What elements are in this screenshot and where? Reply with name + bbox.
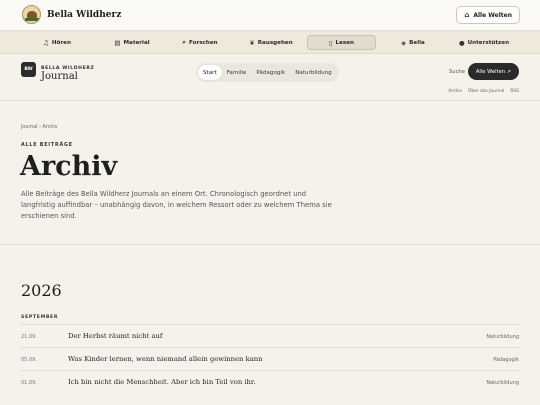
entry-date: 05.09. — [21, 357, 37, 363]
archive-year: 2026 — [21, 281, 62, 300]
top-bar: Bella Wildherz ⌂ Alle Welten — [0, 0, 540, 31]
archive-entry[interactable]: 05.09. Was Kinder lernen, wenn niemand a… — [21, 347, 519, 370]
apple-icon: ● — [458, 38, 465, 47]
nav-item-hoeren[interactable]: ♫ Hören — [24, 35, 90, 50]
about-journal-link[interactable]: Über das Journal — [468, 89, 504, 94]
journal-tabs: Start Familie Pädagogik Naturbildung — [196, 63, 339, 82]
brand-name: Bella Wildherz — [47, 9, 122, 20]
entry-category[interactable]: Pädagogik — [493, 357, 519, 363]
tab-start[interactable]: Start — [198, 65, 222, 80]
nav-item-forschen[interactable]: ⌕ Forschen — [166, 35, 234, 50]
nav-label: Lesen — [335, 39, 355, 46]
entry-category[interactable]: Naturbildung — [486, 334, 519, 340]
nav-item-unterstuetzen[interactable]: ● Unterstützen — [448, 35, 520, 50]
magnifier-icon: ⌕ — [182, 38, 187, 46]
book-icon: ▤ — [114, 38, 121, 47]
page-intro: Alle Beiträge des Bella Wildherz Journal… — [21, 190, 332, 220]
journal-title[interactable]: Journal — [41, 71, 78, 82]
page-title: Archiv — [20, 151, 118, 182]
leaf-icon: ❦ — [249, 38, 255, 47]
tab-paedagogik[interactable]: Pädagogik — [251, 65, 290, 80]
nav-label: Unterstützen — [467, 39, 510, 46]
archive-month: SEPTEMBER — [21, 315, 59, 320]
entry-title[interactable]: Der Herbst räumt nicht auf — [68, 332, 162, 340]
nav-item-rausgehen[interactable]: ❦ Rausgehen — [236, 35, 306, 50]
main-nav: ♫ Hören ▤ Material ⌕ Forschen ❦ Rausgehe… — [0, 31, 540, 54]
journal-sublinks: Archiv Über das Journal RSS — [442, 89, 519, 94]
brand-link[interactable]: Bella Wildherz — [22, 5, 121, 24]
nav-label: Forschen — [189, 39, 218, 46]
rss-link[interactable]: RSS — [510, 89, 519, 94]
entry-title[interactable]: Ich bin nicht die Menschheit. Aber ich b… — [68, 378, 256, 386]
all-worlds-dark-button[interactable]: Alle Welten ↗ — [468, 63, 519, 80]
archive-entry[interactable]: 01.09. Ich bin nicht die Menschheit. Abe… — [21, 370, 519, 393]
open-book-icon: ▯ — [328, 38, 333, 47]
all-worlds-label: Alle Welten — [473, 11, 512, 19]
nav-label: Hören — [51, 39, 71, 46]
nav-item-material[interactable]: ▤ Material — [98, 35, 166, 50]
section-divider — [0, 244, 540, 245]
search-link[interactable]: Suche — [449, 69, 465, 75]
breadcrumb[interactable]: Journal › Archiv — [21, 125, 58, 130]
nav-label: Bella — [409, 39, 425, 46]
nav-item-lesen[interactable]: ▯ Lesen — [307, 35, 376, 50]
entry-date: 01.09. — [21, 380, 37, 386]
journal-badge[interactable]: BW — [21, 62, 36, 77]
nav-label: Rausgehen — [257, 39, 293, 46]
all-worlds-button[interactable]: ⌂ Alle Welten — [456, 6, 520, 24]
headphones-icon: ♫ — [43, 38, 49, 47]
entry-category[interactable]: Naturbildung — [486, 380, 519, 386]
tab-naturbildung[interactable]: Naturbildung — [290, 65, 337, 80]
brand-logo — [22, 5, 41, 24]
entry-title[interactable]: Was Kinder lernen, wenn niemand allein g… — [68, 355, 263, 363]
house-icon: ⌂ — [464, 11, 470, 19]
nav-label: Material — [123, 39, 150, 46]
archive-link[interactable]: Archiv — [448, 89, 462, 94]
page-kicker: ALLE BEITRÄGE — [21, 143, 73, 148]
entry-date: 21.09. — [21, 334, 37, 340]
tab-familie[interactable]: Familie — [222, 65, 252, 80]
archive-entry[interactable]: 21.09. Der Herbst räumt nicht auf Naturb… — [21, 324, 519, 347]
journal-header: BW BELLA WILDHERZ Journal Start Familie … — [0, 55, 540, 101]
shield-icon: ◈ — [401, 38, 407, 47]
nav-item-bella[interactable]: ◈ Bella — [378, 35, 448, 50]
